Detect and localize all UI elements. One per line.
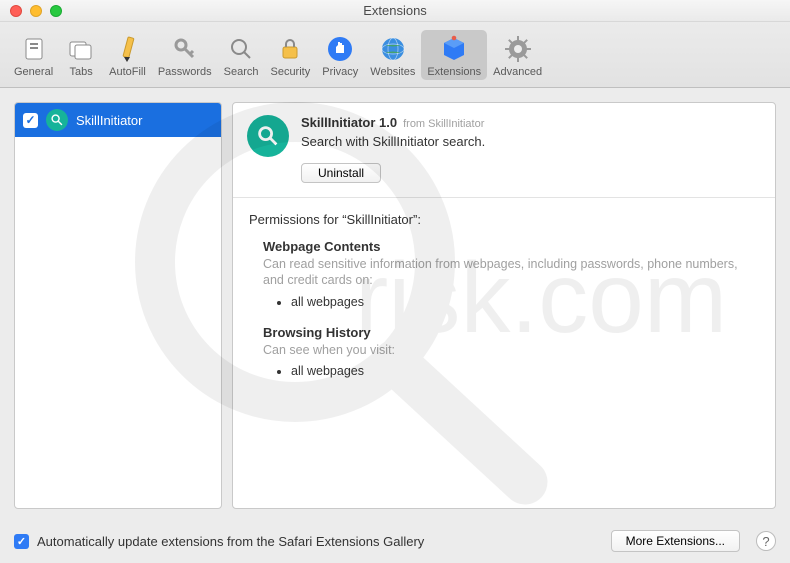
toolbar-tab-privacy[interactable]: Privacy	[316, 30, 364, 80]
permission-item: all webpages	[291, 364, 759, 378]
globe-icon	[378, 34, 408, 64]
toolbar-label: Tabs	[70, 66, 93, 78]
extension-item-icon	[46, 109, 68, 131]
titlebar: Extensions	[0, 0, 790, 22]
lock-icon	[275, 34, 305, 64]
extension-enabled-checkbox[interactable]: ✓	[23, 113, 38, 128]
autofill-pencil-icon	[112, 34, 142, 64]
footer-bar: ✓ Automatically update extensions from t…	[0, 519, 790, 563]
help-button[interactable]: ?	[756, 531, 776, 551]
toolbar-label: AutoFill	[109, 66, 146, 78]
permission-item: all webpages	[291, 295, 759, 309]
toolbar-tab-advanced[interactable]: Advanced	[487, 30, 548, 80]
toolbar-tab-autofill[interactable]: AutoFill	[103, 30, 152, 80]
toolbar-tab-websites[interactable]: Websites	[364, 30, 421, 80]
toolbar-tab-extensions[interactable]: Extensions	[421, 30, 487, 80]
extension-item-name: SkillInitiator	[76, 113, 142, 128]
uninstall-button[interactable]: Uninstall	[301, 163, 381, 183]
content-area: ✓ SkillInitiator SkillInitiator 1.0 from…	[0, 88, 790, 519]
toolbar-label: General	[14, 66, 53, 78]
toolbar-tab-tabs[interactable]: Tabs	[59, 30, 103, 80]
toolbar-label: Websites	[370, 66, 415, 78]
extension-detail-panel: SkillInitiator 1.0 from SkillInitiator S…	[232, 102, 776, 509]
permission-block: Browsing History Can see when you visit:…	[263, 325, 759, 378]
toolbar-label: Advanced	[493, 66, 542, 78]
toolbar-tab-passwords[interactable]: Passwords	[152, 30, 218, 80]
extension-title: SkillInitiator 1.0	[301, 115, 397, 130]
permission-description: Can see when you visit:	[263, 342, 759, 358]
toolbar-label: Extensions	[427, 66, 481, 78]
extensions-puzzle-icon	[439, 34, 469, 64]
tabs-icon	[66, 34, 96, 64]
permission-block: Webpage Contents Can read sensitive info…	[263, 239, 759, 309]
toolbar-label: Search	[224, 66, 259, 78]
permissions-section: Permissions for “SkillInitiator”: Webpag…	[233, 198, 775, 408]
permission-category: Webpage Contents	[263, 239, 759, 254]
extension-header: SkillInitiator 1.0 from SkillInitiator S…	[233, 103, 775, 198]
more-extensions-button[interactable]: More Extensions...	[611, 530, 740, 552]
toolbar-tab-general[interactable]: General	[8, 30, 59, 80]
extension-info: SkillInitiator 1.0 from SkillInitiator S…	[301, 115, 761, 183]
toolbar-label: Passwords	[158, 66, 212, 78]
privacy-hand-icon	[325, 34, 355, 64]
preferences-toolbar: General Tabs AutoFill Passwords Search	[0, 22, 790, 88]
permission-description: Can read sensitive information from webp…	[263, 256, 759, 289]
extensions-preferences-window: Extensions General Tabs AutoFill Passwor…	[0, 0, 790, 563]
auto-update-label: Automatically update extensions from the…	[37, 534, 603, 549]
extension-description: Search with SkillInitiator search.	[301, 134, 761, 149]
toolbar-label: Privacy	[322, 66, 358, 78]
window-title: Extensions	[0, 3, 790, 18]
extension-author: from SkillInitiator	[403, 118, 484, 130]
toolbar-tab-search[interactable]: Search	[218, 30, 265, 80]
extension-detail-icon	[247, 115, 289, 157]
gear-icon	[503, 34, 533, 64]
toolbar-tab-security[interactable]: Security	[264, 30, 316, 80]
permission-category: Browsing History	[263, 325, 759, 340]
extensions-sidebar: ✓ SkillInitiator	[14, 102, 222, 509]
key-icon	[170, 34, 200, 64]
toolbar-label: Security	[270, 66, 310, 78]
general-icon	[19, 34, 49, 64]
permissions-heading: Permissions for “SkillInitiator”:	[249, 212, 759, 227]
auto-update-checkbox[interactable]: ✓	[14, 534, 29, 549]
search-icon	[226, 34, 256, 64]
extension-list-item[interactable]: ✓ SkillInitiator	[15, 103, 221, 137]
